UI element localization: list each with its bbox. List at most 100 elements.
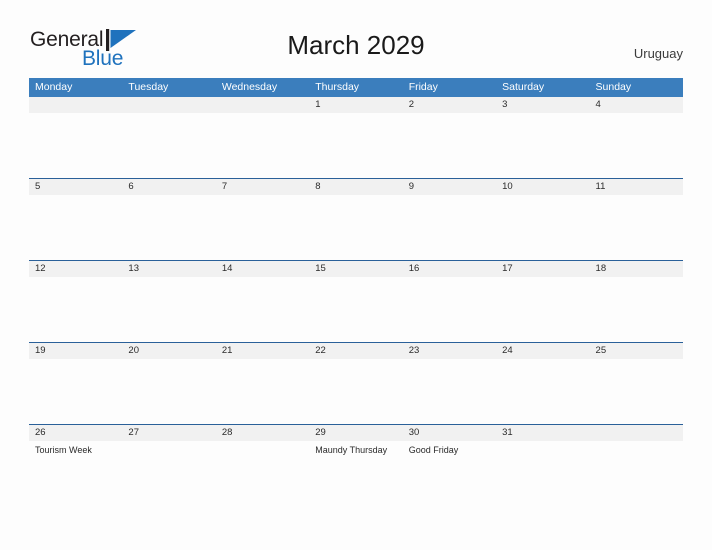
calendar-grid: Monday Tuesday Wednesday Thursday Friday Satu… xyxy=(29,78,683,506)
day-number-25[interactable]: 25 xyxy=(590,343,683,359)
day-cell-empty xyxy=(590,441,683,506)
day-number-26[interactable]: 26 xyxy=(29,425,122,441)
day-cell-25[interactable] xyxy=(590,359,683,424)
day-cell-16[interactable] xyxy=(403,277,496,342)
week-date-band: 26 27 28 29 30 31 xyxy=(29,425,683,441)
day-cell-8[interactable] xyxy=(309,195,402,260)
day-cell-31[interactable] xyxy=(496,441,589,506)
day-number-1[interactable]: 1 xyxy=(309,97,402,113)
day-number-28[interactable]: 28 xyxy=(216,425,309,441)
day-cell-28[interactable] xyxy=(216,441,309,506)
day-number-31[interactable]: 31 xyxy=(496,425,589,441)
day-number-empty xyxy=(29,97,122,113)
day-number-19[interactable]: 19 xyxy=(29,343,122,359)
day-number-21[interactable]: 21 xyxy=(216,343,309,359)
calendar-week-row: 19 20 21 22 23 24 25 xyxy=(29,342,683,424)
day-number-17[interactable]: 17 xyxy=(496,261,589,277)
day-number-30[interactable]: 30 xyxy=(403,425,496,441)
day-cell-10[interactable] xyxy=(496,195,589,260)
day-number-24[interactable]: 24 xyxy=(496,343,589,359)
day-cell-12[interactable] xyxy=(29,277,122,342)
calendar-week-row: 1234 xyxy=(29,97,683,178)
calendar-week-row: 26 27 28 29 30 31 Tourism Week Maundy Thursday G… xyxy=(29,424,683,506)
weekday-header-tuesday: Tuesday xyxy=(128,81,169,93)
day-number-2[interactable]: 2 xyxy=(403,97,496,113)
day-number-5[interactable]: 5 xyxy=(29,179,122,195)
day-cell-empty xyxy=(29,113,122,178)
day-cell-15[interactable] xyxy=(309,277,402,342)
day-cell-20[interactable] xyxy=(122,359,215,424)
week-event-band xyxy=(29,113,683,178)
day-cell-9[interactable] xyxy=(403,195,496,260)
weekday-header-row: Monday Tuesday Wednesday Thursday Friday Satu… xyxy=(29,78,683,97)
day-cell-13[interactable] xyxy=(122,277,215,342)
day-cell-6[interactable] xyxy=(122,195,215,260)
week-event-band: Tourism Week Maundy Thursday Good Friday xyxy=(29,441,683,506)
day-number-20[interactable]: 20 xyxy=(122,343,215,359)
day-number-10[interactable]: 10 xyxy=(496,179,589,195)
day-number-12[interactable]: 12 xyxy=(29,261,122,277)
day-number-27[interactable]: 27 xyxy=(122,425,215,441)
calendar-weeks: 1 2 3 4 5 6 7 8 9 10 11 12 13 14 15 16 17 18 19 20 21 22 23 24 2… xyxy=(29,97,683,506)
day-number-13[interactable]: 13 xyxy=(122,261,215,277)
weekday-header-saturday: Saturday xyxy=(502,81,545,93)
week-date-band: 12 13 14 15 16 17 18 xyxy=(29,261,683,277)
day-number-3[interactable]: 3 xyxy=(496,97,589,113)
country-label: Uruguay xyxy=(633,46,683,61)
day-cell-17[interactable] xyxy=(496,277,589,342)
day-cell-22[interactable] xyxy=(309,359,402,424)
event-label: Maundy Thursday xyxy=(315,445,388,455)
day-cell-1[interactable] xyxy=(309,113,402,178)
day-number-8[interactable]: 8 xyxy=(309,179,402,195)
weekday-header-sunday: Sunday xyxy=(595,81,632,93)
day-cell-7[interactable] xyxy=(216,195,309,260)
week-date-band: 5 6 7 8 9 10 11 xyxy=(29,179,683,195)
day-cell-21[interactable] xyxy=(216,359,309,424)
day-cell-29[interactable]: Maundy Thursday xyxy=(309,441,402,506)
week-event-band xyxy=(29,195,683,260)
day-number-14[interactable]: 14 xyxy=(216,261,309,277)
day-cell-23[interactable] xyxy=(403,359,496,424)
week-date-band: 19 20 21 22 23 24 25 xyxy=(29,343,683,359)
weekday-header-wednesday: Wednesday xyxy=(221,81,278,93)
day-cell-11[interactable] xyxy=(590,195,683,260)
day-cell-2[interactable] xyxy=(403,113,496,178)
day-cell-empty xyxy=(216,113,309,178)
page-header: General Blue March 2029 Uruguay xyxy=(0,0,712,76)
day-cell-5[interactable] xyxy=(29,195,122,260)
day-cell-30[interactable]: Good Friday xyxy=(403,441,496,506)
day-number-6[interactable]: 6 xyxy=(122,179,215,195)
day-number-18[interactable]: 18 xyxy=(590,261,683,277)
day-number-empty xyxy=(590,425,683,441)
calendar-page: General Blue March 2029 Uruguay Monday Tu… xyxy=(0,0,712,550)
day-cell-24[interactable] xyxy=(496,359,589,424)
day-number-16[interactable]: 16 xyxy=(403,261,496,277)
day-number-9[interactable]: 9 xyxy=(403,179,496,195)
day-cell-empty xyxy=(122,113,215,178)
week-event-band xyxy=(29,359,683,424)
day-number-4[interactable]: 4 xyxy=(590,97,683,113)
day-number-empty xyxy=(122,97,215,113)
page-title: March 2029 xyxy=(287,30,425,60)
day-number-22[interactable]: 22 xyxy=(309,343,402,359)
event-label: Tourism Week xyxy=(35,445,92,455)
day-number-15[interactable]: 15 xyxy=(309,261,402,277)
calendar-week-row: 12 13 14 15 16 17 18 xyxy=(29,260,683,342)
day-cell-3[interactable] xyxy=(496,113,589,178)
calendar-week-row: 5 6 7 8 9 10 11 xyxy=(29,178,683,260)
day-number-29[interactable]: 29 xyxy=(309,425,402,441)
day-cell-19[interactable] xyxy=(29,359,122,424)
day-cell-14[interactable] xyxy=(216,277,309,342)
weekday-header-monday: Monday xyxy=(35,81,73,93)
weekday-header-thursday: Thursday xyxy=(315,81,360,93)
day-cell-26[interactable]: Tourism Week xyxy=(29,441,122,506)
day-number-7[interactable]: 7 xyxy=(216,179,309,195)
day-cell-27[interactable] xyxy=(122,441,215,506)
day-cell-18[interactable] xyxy=(590,277,683,342)
day-number-23[interactable]: 23 xyxy=(403,343,496,359)
day-cell-4[interactable] xyxy=(590,113,683,178)
week-date-band: 1234 xyxy=(29,97,683,113)
event-label: Good Friday xyxy=(408,445,459,455)
day-number-11[interactable]: 11 xyxy=(590,179,683,195)
weekday-header-friday: Friday xyxy=(408,81,438,93)
